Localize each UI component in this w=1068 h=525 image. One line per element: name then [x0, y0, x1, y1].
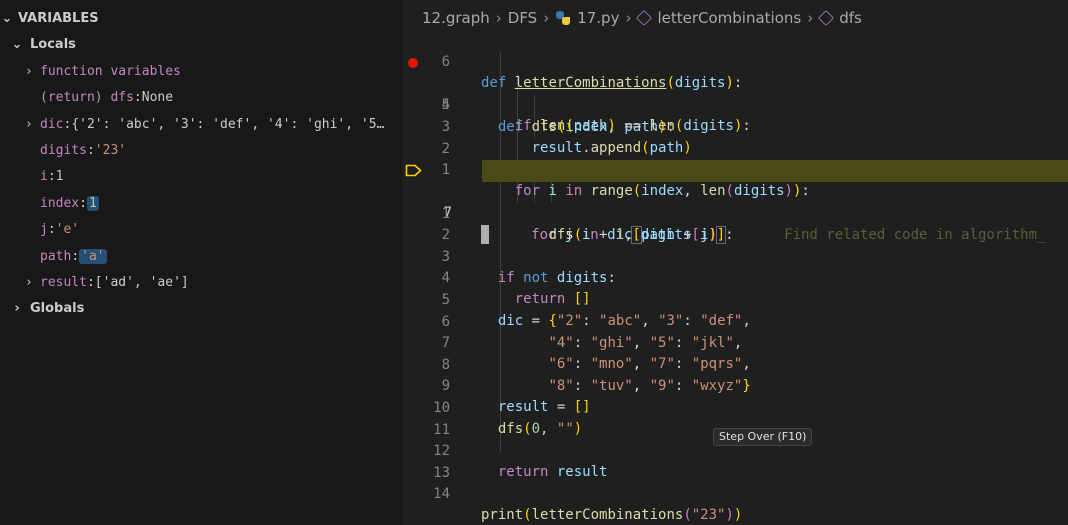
- variable-value: 1: [55, 168, 64, 184]
- code-line[interactable]: 8 "8": "tuv", "9": "wxyz"}: [402, 333, 1068, 395]
- variable-result[interactable]: › result: ['ad', 'ae']: [22, 271, 189, 293]
- variable-name: i: [40, 168, 48, 184]
- chevron-down-icon: ⌄: [11, 36, 23, 52]
- code-line[interactable]: 4 return []: [402, 246, 1068, 308]
- code-line[interactable]: 6 def letterCombinations(digits):: [402, 30, 1068, 92]
- code-line[interactable]: 3 result.append(path): [402, 95, 1068, 157]
- debug-stackframe-arrow-icon: [405, 164, 422, 177]
- variable-path[interactable]: path: 'a': [40, 245, 107, 267]
- breakpoint-icon[interactable]: [408, 58, 418, 68]
- chevron-right-icon: ›: [625, 9, 632, 27]
- globals-label: Globals: [30, 300, 85, 316]
- variable-digits[interactable]: digits: '23': [40, 139, 126, 161]
- breadcrumb-symbol[interactable]: letterCombinations: [657, 9, 801, 27]
- breadcrumb-symbol[interactable]: dfs: [839, 9, 862, 27]
- step-over-tooltip: Step Over (F10): [713, 428, 813, 446]
- code-editor[interactable]: 12.graph › DFS › 17.py › letterCombinati…: [402, 0, 1068, 525]
- code-line[interactable]: 9 result = []: [402, 354, 1068, 416]
- method-symbol-icon: [818, 10, 835, 26]
- code-line[interactable]: 10 dfs(0, ""): [402, 376, 1068, 438]
- function-variables-label: function variables: [40, 63, 181, 79]
- variables-title: VARIABLES: [18, 10, 99, 26]
- variable-value: None: [141, 89, 174, 105]
- chevron-right-icon: ›: [807, 9, 814, 27]
- code-line[interactable]: 7 for j in dic[digits[i]]: Find related …: [402, 160, 1068, 244]
- variable-name: result: [40, 274, 87, 290]
- code-line[interactable]: 14 print(letterCombinations("23")): [402, 462, 1068, 524]
- line-number: 14: [433, 485, 450, 502]
- code-line[interactable]: 7 "6": "mno", "7": "pqrs",: [402, 311, 1068, 373]
- breadcrumb-folder[interactable]: 12.graph: [422, 9, 490, 27]
- variable-value: 'a': [79, 248, 107, 264]
- code-line[interactable]: 11: [402, 398, 1068, 438]
- locals-section[interactable]: ⌄ Locals: [10, 33, 76, 55]
- chevron-right-icon: ›: [14, 300, 20, 316]
- variable-name: (return) dfs: [40, 89, 134, 105]
- breadcrumb: 12.graph › DFS › 17.py › letterCombinati…: [422, 7, 862, 29]
- variable-name: index: [40, 195, 80, 211]
- chevron-right-icon: ›: [543, 9, 550, 27]
- function-variables-item[interactable]: › function variables: [22, 60, 181, 82]
- code-line[interactable]: 6 "4": "ghi", "5": "jkl",: [402, 290, 1068, 352]
- variable-value: 'e': [55, 221, 80, 237]
- chevron-right-icon: ›: [26, 274, 32, 290]
- chevron-right-icon: ›: [26, 116, 32, 132]
- variable-name: dic: [40, 116, 64, 132]
- variable-j[interactable]: j: 'e': [40, 218, 79, 240]
- breadcrumb-file[interactable]: 17.py: [577, 9, 619, 27]
- code-line[interactable]: 3 if not digits:: [402, 225, 1068, 287]
- variable-i[interactable]: i: 1: [40, 165, 63, 187]
- method-symbol-icon: [636, 10, 653, 26]
- variable-value: {'2': 'abc', '3': 'def', '4': 'ghi', '5…: [71, 116, 385, 132]
- globals-section[interactable]: › Globals: [10, 297, 84, 319]
- variables-header[interactable]: ⌄ VARIABLES: [0, 7, 99, 29]
- variable-value: ['ad', 'ae']: [94, 274, 189, 290]
- code-line[interactable]: 1 for i in range(index, len(digits)):: [402, 138, 1068, 200]
- chevron-right-icon: ›: [26, 63, 32, 79]
- variables-panel: ⌄ VARIABLES ⌄ Locals › function variable…: [0, 0, 402, 525]
- code-line[interactable]: 5 dic = {"2": "abc", "3": "def",: [402, 268, 1068, 330]
- variable-name: digits: [40, 142, 87, 158]
- variable-return[interactable]: (return) dfs: None: [40, 86, 173, 108]
- code-line[interactable]: 4 if len(path) == len(digits):: [402, 73, 1068, 135]
- locals-label: Locals: [30, 36, 76, 52]
- python-file-icon: [555, 10, 571, 26]
- code-line[interactable]: 2: [402, 203, 1068, 243]
- variable-dic[interactable]: › dic: {'2': 'abc', '3': 'def', '4': 'gh…: [22, 113, 384, 135]
- variable-value: 1: [86, 195, 99, 211]
- chevron-down-icon: ⌄: [1, 10, 13, 26]
- variable-name: j: [40, 221, 48, 237]
- code-line[interactable]: 5 def dfs(index, path):: [402, 52, 1068, 135]
- code-line[interactable]: 2 return: [402, 117, 1068, 179]
- code-line[interactable]: 1 dfs(i + 1, path + j): [402, 182, 1068, 244]
- variable-name: path: [40, 248, 72, 264]
- variable-index[interactable]: index: 1: [40, 192, 99, 214]
- breadcrumb-folder[interactable]: DFS: [508, 9, 537, 27]
- variable-value: '23': [94, 142, 127, 158]
- chevron-right-icon: ›: [495, 9, 502, 27]
